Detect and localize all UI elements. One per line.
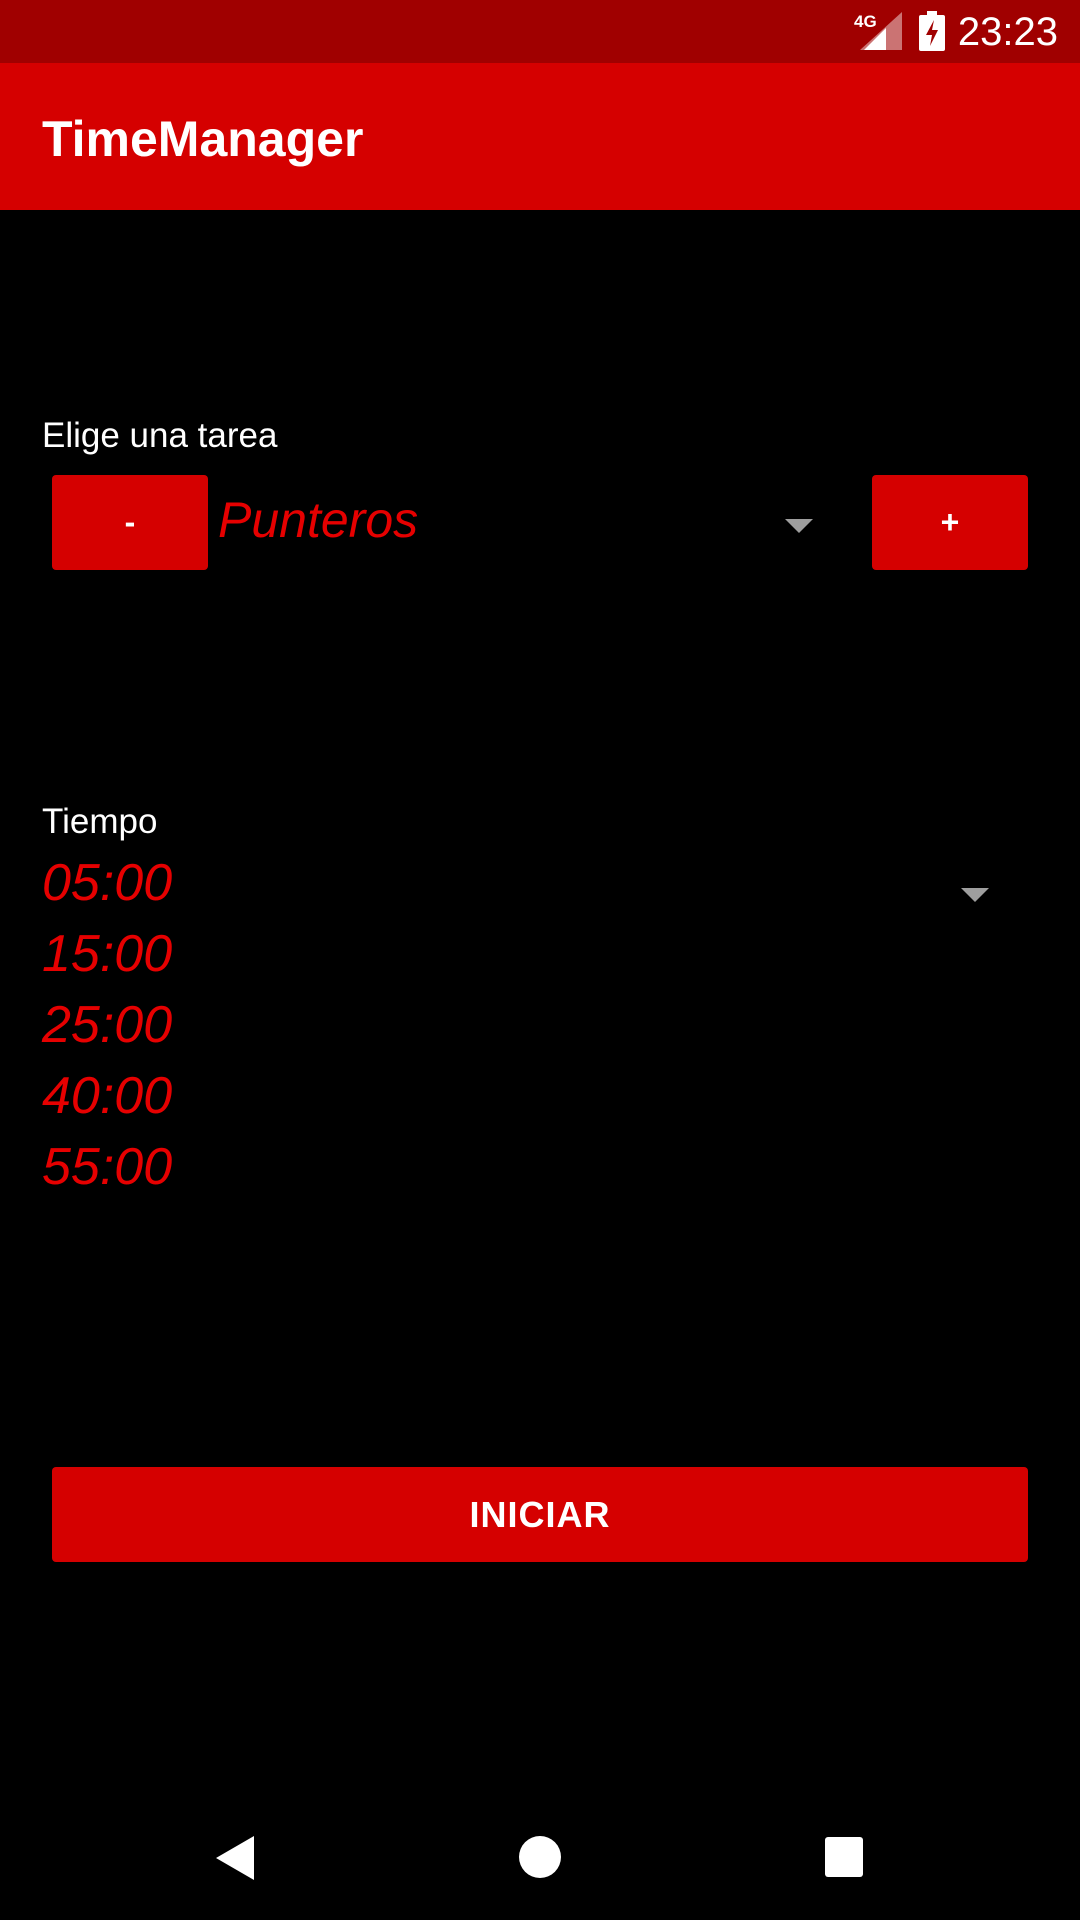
screen: 4G 23:23 TimeManager Elige una tarea - P… <box>0 0 1080 1920</box>
start-button[interactable]: INICIAR <box>52 1467 1028 1562</box>
back-icon[interactable] <box>216 1836 254 1880</box>
time-option-40-00[interactable]: 40:00 <box>42 1061 1002 1132</box>
selected-task: Punteros <box>218 492 419 548</box>
time-label: Tiempo <box>42 802 158 841</box>
battery-charging-icon <box>919 11 945 51</box>
time-option-15-00[interactable]: 15:00 <box>42 919 1002 990</box>
status-bar: 4G 23:23 <box>0 0 1080 63</box>
add-task-button[interactable]: + <box>872 475 1028 570</box>
dropdown-arrow-icon <box>785 519 813 533</box>
app-bar: TimeManager <box>0 63 1080 210</box>
status-time: 23:23 <box>957 10 1058 54</box>
time-option-list: 05:00 15:00 25:00 40:00 55:00 <box>42 848 1002 1203</box>
dropdown-arrow-icon <box>961 888 989 902</box>
remove-task-button-label: - <box>124 504 136 540</box>
task-label: Elige una tarea <box>42 416 278 455</box>
app-title: TimeManager <box>42 111 364 167</box>
signal-strength-icon <box>860 12 902 50</box>
time-option-55-00[interactable]: 55:00 <box>42 1132 1002 1203</box>
start-button-label: INICIAR <box>469 1493 611 1535</box>
recents-icon[interactable] <box>825 1837 863 1877</box>
time-option-05-00[interactable]: 05:00 <box>42 848 1002 919</box>
navigation-bar <box>0 1790 1080 1920</box>
time-option-25-00[interactable]: 25:00 <box>42 990 1002 1061</box>
home-icon[interactable] <box>519 1836 561 1878</box>
task-spinner[interactable]: Punteros <box>218 485 818 555</box>
add-task-button-label: + <box>940 504 960 540</box>
remove-task-button[interactable]: - <box>52 475 208 570</box>
